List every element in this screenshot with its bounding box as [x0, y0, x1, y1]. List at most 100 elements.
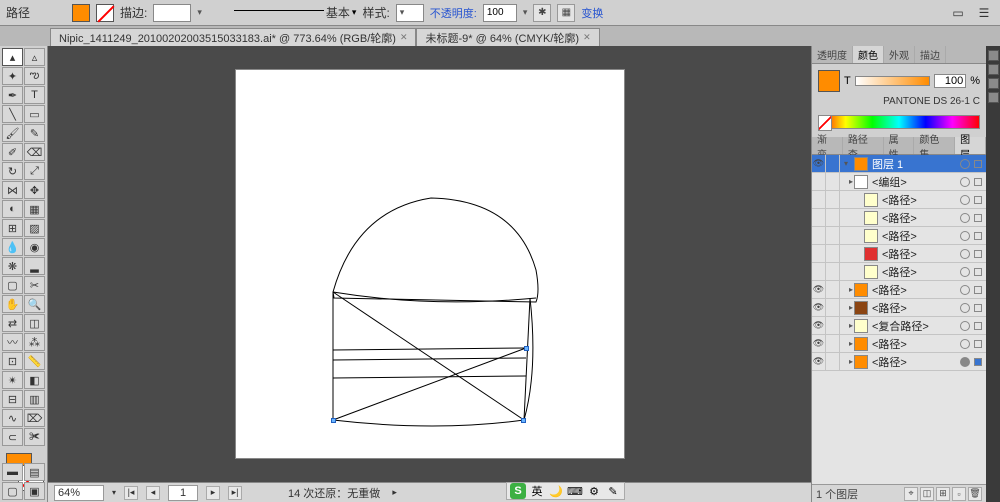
artboard-tool[interactable]: ▢ — [2, 276, 23, 294]
tab-gradient[interactable]: 渐变 — [812, 137, 843, 154]
layer-row[interactable]: 👁▸<复合路径> — [812, 317, 986, 335]
symbol-sprayer-tool[interactable]: ❋ — [2, 257, 23, 275]
tab-pathfinder[interactable]: 路径查 — [843, 137, 884, 154]
type-tool[interactable]: T — [24, 86, 45, 104]
delete-layer-icon[interactable]: 🗑 — [968, 487, 982, 501]
anchor-point[interactable] — [524, 346, 529, 351]
visibility-toggle[interactable]: 👁 — [812, 281, 826, 298]
puppet-warp-tool[interactable]: ✴ — [2, 371, 23, 389]
knife-tool[interactable]: ✀ — [24, 428, 45, 446]
document-tab-1[interactable]: Nipic_1411249_20100202003515033183.ai* @… — [50, 28, 416, 46]
dock-btn-1[interactable] — [988, 50, 999, 61]
layer-name[interactable]: <路径> — [880, 192, 956, 208]
target-icon[interactable] — [960, 267, 970, 277]
tab-layers[interactable]: 图层 — [955, 137, 986, 154]
anchor-point[interactable] — [521, 418, 526, 423]
target-icon[interactable] — [960, 285, 970, 295]
layer-row[interactable]: <路径> — [812, 263, 986, 281]
join-tool[interactable]: ⊂ — [2, 428, 23, 446]
target-icon[interactable] — [960, 159, 970, 169]
visibility-toggle[interactable] — [812, 173, 826, 190]
expand-toggle[interactable]: ▸ — [840, 357, 852, 366]
gradient-tool[interactable]: ▨ — [24, 219, 45, 237]
artboard-viewport[interactable] — [48, 46, 811, 482]
toggle-fill-stroke[interactable]: ⇄ — [2, 314, 23, 332]
target-icon[interactable] — [960, 321, 970, 331]
first-artboard-btn[interactable]: |◂ — [124, 486, 138, 500]
shape-builder-tool[interactable]: ◐ — [2, 200, 23, 218]
target-icon[interactable] — [960, 195, 970, 205]
lock-toggle[interactable] — [826, 191, 840, 208]
visibility-toggle[interactable]: 👁 — [812, 155, 826, 172]
column-graph-tool[interactable]: ▂ — [24, 257, 45, 275]
ime-keyboard-icon[interactable]: ⌨ — [567, 483, 583, 499]
tint-value-input[interactable]: 100 — [934, 74, 966, 88]
prev-artboard-btn[interactable]: ◂ — [146, 486, 160, 500]
lock-toggle[interactable] — [826, 227, 840, 244]
new-sublayer-icon[interactable]: ⊞ — [936, 487, 950, 501]
screen-mode-normal[interactable]: ▢ — [2, 482, 23, 500]
mesh-tool[interactable]: ⊞ — [2, 219, 23, 237]
pen-tool[interactable]: ✒ — [2, 86, 23, 104]
tint-slider[interactable] — [855, 76, 930, 86]
align-icon[interactable]: ▦ — [557, 4, 575, 22]
slice-tool[interactable]: ✂ — [24, 276, 45, 294]
layer-row[interactable]: 👁▸<路径> — [812, 335, 986, 353]
lock-toggle[interactable] — [826, 263, 840, 280]
eraser-tool[interactable]: ⌫ — [24, 143, 45, 161]
ime-lang-btn[interactable]: 英 — [529, 483, 545, 499]
zoom-level-input[interactable]: 64% — [54, 485, 104, 501]
sogou-icon[interactable]: S — [510, 483, 526, 499]
locate-object-icon[interactable]: ⌖ — [904, 487, 918, 501]
target-icon[interactable] — [960, 231, 970, 241]
layer-row[interactable]: <路径> — [812, 227, 986, 245]
blend-tool[interactable]: ◉ — [24, 238, 45, 256]
layer-name[interactable]: <编组> — [870, 174, 956, 190]
anchor-point[interactable] — [331, 418, 336, 423]
lock-toggle[interactable] — [826, 173, 840, 190]
transform-link[interactable]: 变换 — [581, 5, 603, 21]
visibility-toggle[interactable] — [812, 227, 826, 244]
expand-toggle[interactable]: ▸ — [840, 177, 852, 186]
rotate-tool[interactable]: ↻ — [2, 162, 23, 180]
rectangle-tool[interactable]: ▭ — [24, 105, 45, 123]
default-fill-stroke[interactable]: ◫ — [24, 314, 45, 332]
layer-name[interactable]: 图层 1 — [870, 156, 956, 172]
opacity-label[interactable]: 不透明度: — [430, 5, 477, 21]
lock-toggle[interactable] — [826, 317, 840, 334]
print-tiling-tool[interactable]: ⊟ — [2, 390, 23, 408]
expand-toggle[interactable]: ▸ — [840, 339, 852, 348]
expand-toggle[interactable]: ▸ — [840, 321, 852, 330]
make-clipping-mask-icon[interactable]: ◫ — [920, 487, 934, 501]
recolor-artwork-icon[interactable]: ✱ — [533, 4, 551, 22]
layer-name[interactable]: <路径> — [880, 264, 956, 280]
screen-mode-full[interactable]: ▣ — [24, 482, 45, 500]
artboard-number-input[interactable]: 1 — [168, 485, 198, 501]
zoom-tool[interactable]: 🔍 — [24, 295, 45, 313]
scale-tool[interactable]: ⤢ — [24, 162, 45, 180]
visibility-toggle[interactable] — [812, 245, 826, 262]
panel-menu-icon[interactable]: ☰ — [974, 4, 994, 22]
stroke-profile-dropdown[interactable]: 基本 ▾ — [234, 4, 357, 22]
color-spectrum[interactable] — [818, 115, 980, 129]
ime-settings-icon[interactable]: ⚙ — [586, 483, 602, 499]
layer-row[interactable]: 👁▸<路径> — [812, 299, 986, 317]
measure-tool[interactable]: 📏 — [24, 352, 45, 370]
paintbrush-tool[interactable]: 🖌 — [2, 124, 23, 142]
layer-name[interactable]: <路径> — [870, 300, 956, 316]
target-icon[interactable] — [960, 177, 970, 187]
smooth-tool[interactable]: ∿ — [2, 409, 23, 427]
dock-btn-4[interactable] — [988, 92, 999, 103]
color-mode-btn[interactable]: ▬ — [2, 463, 23, 481]
layer-row[interactable]: <路径> — [812, 245, 986, 263]
eyedropper-tool[interactable]: 💧 — [2, 238, 23, 256]
tab-appearance[interactable]: 外观 — [884, 46, 915, 63]
document-tab-2[interactable]: 未标题-9* @ 64% (CMYK/轮廓)✕ — [416, 28, 599, 46]
target-icon[interactable] — [960, 357, 970, 367]
layer-name[interactable]: <路径> — [870, 336, 956, 352]
visibility-toggle[interactable] — [812, 263, 826, 280]
gradient-mode-btn[interactable]: ▤ — [24, 463, 45, 481]
layer-name[interactable]: <路径> — [870, 282, 956, 298]
next-artboard-btn[interactable]: ▸ — [206, 486, 220, 500]
canvas-area[interactable]: 64% ▾ |◂ ◂ 1 ▸ ▸| 14 次还原：无重做 ▸ S 英 🌙 ⌨ ⚙… — [48, 46, 811, 502]
